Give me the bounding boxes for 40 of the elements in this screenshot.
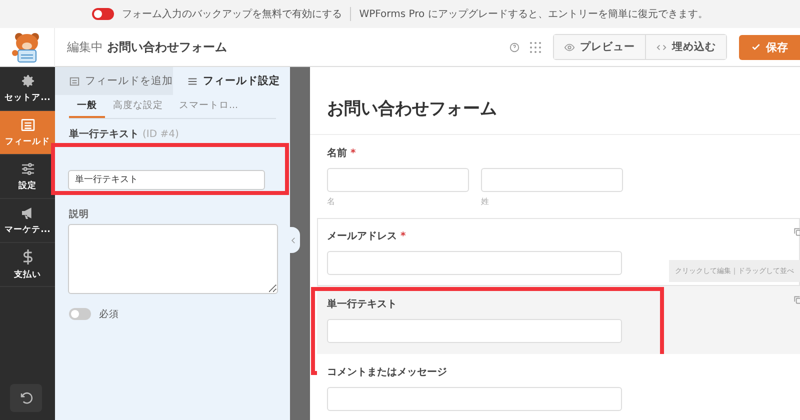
list-icon (69, 76, 80, 86)
help-icon[interactable] (509, 42, 520, 52)
required-mark: * (349, 148, 356, 159)
promo-text: WPForms Pro にアップグレードすると、エントリーを簡単に復元できます。 (359, 8, 708, 21)
form-name: お問い合わせフォーム (106, 40, 227, 54)
sublabel: 名 (327, 196, 336, 207)
sublabel: 姓 (481, 196, 490, 207)
check-icon (751, 42, 761, 52)
eye-icon (564, 42, 575, 52)
field-label: 名前 (327, 148, 347, 159)
required-mark: * (399, 231, 406, 242)
required-toggle[interactable] (69, 308, 91, 320)
gear-icon (20, 73, 36, 89)
editing-label: 編集中 (67, 40, 103, 54)
toggle-switch[interactable] (92, 8, 114, 20)
description-label: 説明 (69, 208, 90, 220)
grid-icon[interactable] (530, 42, 541, 52)
field-label: メールアドレス (327, 231, 397, 242)
preview-button[interactable]: プレビュー (554, 35, 645, 59)
label-input[interactable]: 単一行テキスト (68, 170, 265, 190)
field-label: コメントまたはメッセージ (327, 367, 447, 378)
text-input[interactable] (327, 251, 622, 275)
undo-icon (18, 390, 34, 406)
text-input[interactable] (327, 387, 622, 411)
text-input[interactable] (327, 168, 469, 192)
settings-tab[interactable]: 一般 (69, 95, 105, 118)
field-label: 単一行テキスト (327, 299, 397, 310)
form-icon (20, 117, 36, 133)
field-title: 単一行テキスト (ID #4) (69, 128, 180, 141)
notice-text: フォーム入力のバックアップを無料で有効にする (122, 8, 342, 21)
chevron-left-icon[interactable] (288, 236, 298, 244)
text-input[interactable] (481, 168, 623, 192)
text-input[interactable] (327, 319, 622, 343)
duplicate-icon[interactable] (793, 295, 800, 305)
panel-tab[interactable]: フィールドを追加 (55, 67, 173, 95)
history-button[interactable] (10, 384, 42, 412)
embed-button[interactable]: 埋め込む (645, 35, 726, 59)
description-textarea[interactable] (68, 224, 278, 294)
duplicate-icon[interactable] (793, 227, 800, 237)
required-label: 必須 (99, 308, 119, 320)
